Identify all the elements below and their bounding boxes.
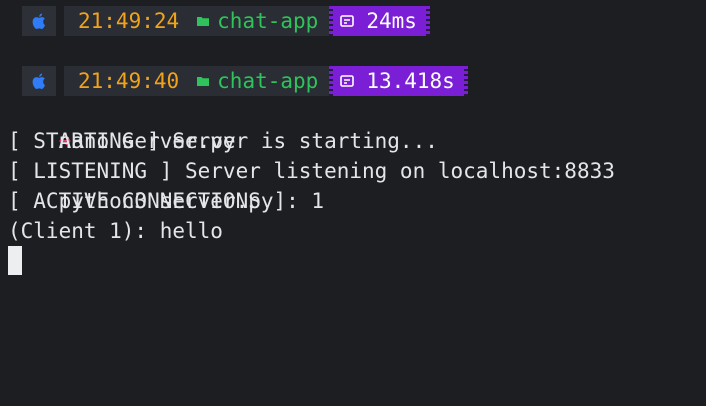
apple-icon [22,66,56,96]
prompt-directory: chat-app [217,69,319,93]
terminal-cursor[interactable] [8,246,22,275]
prompt-directory: chat-app [217,9,319,33]
timer-icon [340,14,355,28]
segment-separator [56,6,64,36]
command-duration: 13.418s [366,69,455,93]
duration-badge: 24ms [329,6,430,36]
folder-icon [197,16,210,26]
timer-icon [340,74,355,88]
duration-badge: 13.418s [329,66,468,96]
apple-icon [22,6,56,36]
prompt-time: 21:49:24 [78,9,180,33]
prompt-status-bar: 21:49:24 chat-app 24ms [22,6,430,36]
prompt-status-bar: 21:49:40 chat-app 13.418s [22,66,468,96]
output-line: [ LISTENING ] Server listening on localh… [8,159,615,183]
prompt-info-segment: 21:49:24 chat-app [64,6,333,36]
output-line: [ STARTING ] Server is starting... [8,129,438,153]
terminal-window[interactable]: 21:49:24 chat-app 24ms ➜ nano server.py [0,0,706,406]
prompt-info-segment: 21:49:40 chat-app [64,66,333,96]
folder-icon [197,76,210,86]
command-duration: 24ms [366,9,417,33]
prompt-time: 21:49:40 [78,69,180,93]
command-line: ➜ nano server.py [8,36,236,153]
output-line: [ ACTIVE CONNECTIONS ]: 1 [8,189,325,213]
segment-separator [56,66,64,96]
command-line: ➜ python3 server.py [8,96,274,213]
output-line: (Client 1): hello [8,219,223,243]
